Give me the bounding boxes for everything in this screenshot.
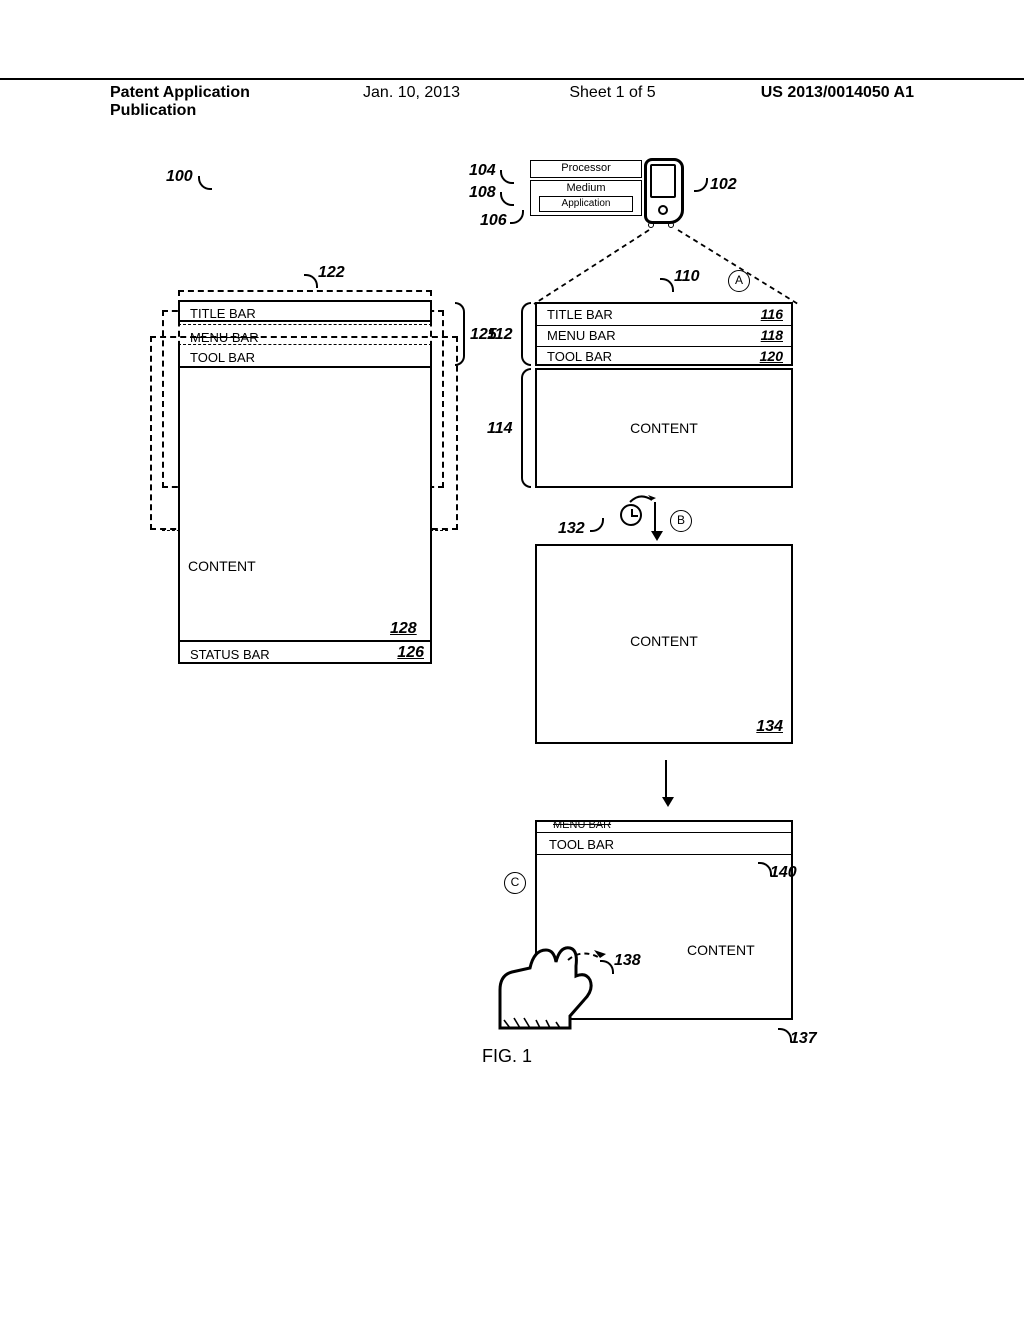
clock-icon bbox=[620, 504, 642, 526]
hand-gesture-icon bbox=[490, 920, 620, 1030]
ref-120: 120 bbox=[760, 348, 783, 364]
arrow-B-to-C bbox=[665, 760, 667, 798]
label-medium: Medium bbox=[531, 181, 641, 195]
dash-menu-bot bbox=[178, 344, 432, 345]
figure-1: 100 Processor Medium Application 104 108… bbox=[0, 150, 1024, 1200]
device-dot1-icon bbox=[648, 222, 654, 228]
lead-108 bbox=[500, 192, 514, 206]
device-button-icon bbox=[658, 205, 668, 215]
lead-106 bbox=[510, 210, 524, 224]
ref-108: 108 bbox=[469, 184, 496, 202]
lead-100 bbox=[198, 176, 212, 190]
ref-134: 134 bbox=[756, 718, 783, 736]
pub-date: Jan. 10, 2013 bbox=[311, 84, 512, 120]
tool-bar-122: TOOL BAR bbox=[178, 346, 432, 368]
pub-label: Patent Application Publication bbox=[0, 84, 311, 120]
ref-126: 126 bbox=[397, 644, 424, 662]
ref-106: 106 bbox=[480, 212, 507, 230]
divC2 bbox=[537, 854, 791, 855]
ref-104: 104 bbox=[469, 162, 496, 180]
ref-102: 102 bbox=[710, 176, 737, 194]
ref-132: 132 bbox=[558, 520, 585, 538]
clock-hand2 bbox=[631, 515, 638, 517]
marker-A-right: A bbox=[728, 270, 750, 292]
tool-bar-C-label: TOOL BAR bbox=[543, 834, 620, 855]
menu-bar-110: MENU BAR bbox=[541, 325, 622, 346]
ref-137: 137 bbox=[790, 1030, 817, 1048]
tool-bar-122-label: TOOL BAR bbox=[184, 347, 261, 368]
title-bar-122-label: TITLE BAR bbox=[184, 303, 262, 324]
device-dot2-icon bbox=[668, 222, 674, 228]
box-medium: Medium Application bbox=[530, 180, 642, 216]
ref-140: 140 bbox=[770, 864, 797, 882]
window-122-body bbox=[178, 368, 432, 654]
ref-125: 125 bbox=[470, 326, 497, 344]
title-bar-122: TITLE BAR bbox=[178, 300, 432, 322]
sheet-number: Sheet 1 of 5 bbox=[512, 84, 713, 120]
window-B: CONTENT 134 bbox=[535, 544, 793, 744]
content-B-label: CONTENT bbox=[537, 546, 791, 736]
lead-122 bbox=[304, 274, 318, 288]
content-122-label: CONTENT bbox=[188, 558, 256, 574]
title-bar-110: TITLE BAR bbox=[541, 304, 619, 325]
status-bar-label: STATUS BAR bbox=[184, 644, 276, 665]
ref-118: 118 bbox=[761, 327, 783, 343]
divC1 bbox=[537, 832, 791, 833]
status-bar-122: STATUS BAR 126 bbox=[178, 640, 432, 664]
ref-100: 100 bbox=[166, 168, 193, 186]
ref-138: 138 bbox=[614, 952, 641, 970]
bracket-114 bbox=[521, 368, 531, 488]
dash-menu-top bbox=[178, 324, 432, 325]
tool-bar-110: TOOL BAR bbox=[541, 346, 618, 367]
lead-132 bbox=[590, 518, 604, 532]
window-110-header: TITLE BAR MENU BAR TOOL BAR 116 118 120 bbox=[535, 302, 793, 366]
device-screen-icon bbox=[650, 164, 676, 198]
ref-114: 114 bbox=[487, 420, 513, 438]
ref-116: 116 bbox=[761, 306, 783, 322]
lead-102 bbox=[694, 178, 708, 192]
content-C-label: CONTENT bbox=[687, 942, 755, 958]
ref-128: 128 bbox=[390, 620, 417, 638]
ref-122: 122 bbox=[318, 264, 345, 282]
box-processor: Processor bbox=[530, 160, 642, 178]
lead-104 bbox=[500, 170, 514, 184]
box-application: Application bbox=[539, 196, 633, 212]
marker-B-right: B bbox=[670, 510, 692, 532]
pub-number: US 2013/0014050 A1 bbox=[713, 84, 1024, 120]
figure-title: FIG. 1 bbox=[482, 1046, 532, 1067]
bracket-112 bbox=[521, 302, 531, 366]
ref-110: 110 bbox=[674, 268, 700, 286]
arrow-110-to-B bbox=[654, 502, 656, 532]
marker-C-right: C bbox=[504, 872, 526, 894]
window-110-content: CONTENT bbox=[535, 368, 793, 488]
page-header: Patent Application Publication Jan. 10, … bbox=[0, 78, 1024, 120]
